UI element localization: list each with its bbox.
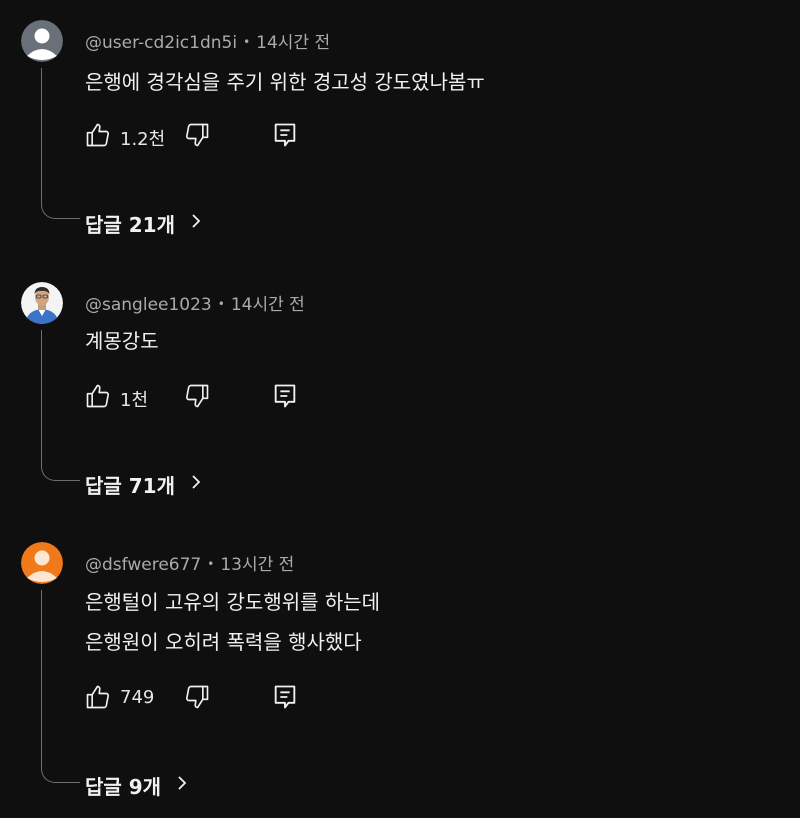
comment-meta: @dsfwere677 • 13시간 전 (85, 550, 294, 575)
comment-text: 계몽강도 (85, 329, 159, 353)
thumb-down-icon[interactable] (183, 683, 211, 711)
photo-avatar-icon (21, 282, 63, 324)
comment-icon[interactable] (271, 382, 299, 410)
thumb-up-icon[interactable] (84, 382, 112, 410)
thread-line (41, 68, 80, 219)
comment-time[interactable]: 14시간 전 (231, 295, 305, 315)
thumb-down-icon[interactable] (183, 121, 211, 149)
like-count: 1.2천 (120, 129, 166, 150)
avatar[interactable] (21, 282, 63, 324)
like-count: 1천 (120, 390, 149, 411)
comment-time[interactable]: 14시간 전 (256, 33, 330, 53)
thread-line (41, 330, 80, 481)
default-avatar-icon (21, 20, 63, 62)
thumb-up-icon[interactable] (84, 683, 112, 711)
replies-count: 답글 21개 (85, 213, 175, 237)
separator-dot: • (207, 557, 215, 571)
like-count: 749 (120, 687, 155, 708)
thumb-up-icon[interactable] (84, 121, 112, 149)
replies-toggle[interactable]: 답글 71개 (85, 470, 201, 499)
comment-meta: @sanglee1023 • 14시간 전 (85, 290, 305, 315)
thumb-down-icon[interactable] (183, 382, 211, 410)
comment-meta: @user-cd2ic1dn5i • 14시간 전 (85, 28, 330, 53)
replies-toggle[interactable]: 답글 21개 (85, 209, 201, 238)
separator-dot: • (243, 35, 251, 49)
replies-count: 답글 71개 (85, 474, 175, 498)
default-avatar-orange-icon (21, 542, 63, 584)
thread-line (41, 590, 80, 783)
chevron-right-icon (192, 214, 201, 228)
comment-icon[interactable] (271, 121, 299, 149)
comment-text-line: 은행원이 오히려 폭력을 행사했다 (85, 630, 362, 654)
comment-time[interactable]: 13시간 전 (220, 555, 294, 575)
chevron-right-icon (178, 776, 187, 790)
comment-author[interactable]: @sanglee1023 (85, 295, 212, 315)
comment-author[interactable]: @user-cd2ic1dn5i (85, 33, 237, 53)
chevron-right-icon (192, 475, 201, 489)
avatar[interactable] (21, 20, 63, 62)
comment-author[interactable]: @dsfwere677 (85, 555, 201, 575)
comment-text: 은행에 경각심을 주기 위한 경고성 강도였나봄ㅠ (85, 70, 485, 94)
replies-toggle[interactable]: 답글 9개 (85, 771, 187, 800)
comment-icon[interactable] (271, 683, 299, 711)
avatar[interactable] (21, 542, 63, 584)
replies-count: 답글 9개 (85, 775, 162, 799)
separator-dot: • (217, 297, 225, 311)
comment-text-line: 은행털이 고유의 강도행위를 하는데 (85, 590, 381, 614)
